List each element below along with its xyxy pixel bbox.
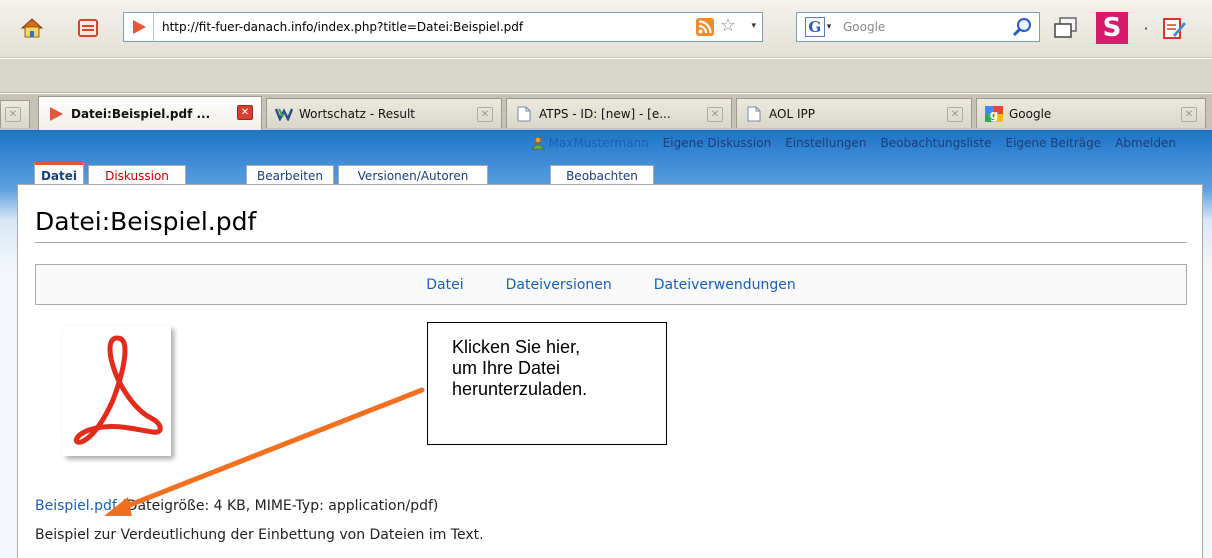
callout-line: um Ihre Datei [452,358,561,378]
close-icon[interactable]: ✕ [1181,107,1197,122]
extension-dropdown-icon[interactable]: · [1132,14,1160,42]
tab-bar: ✕ Datei:Beispiel.pdf ... ✕ Wortschatz - … [0,94,1212,130]
user-icon [530,136,545,150]
tab-datei-beispiel[interactable]: Datei:Beispiel.pdf ... ✕ [38,96,262,130]
user-page-link[interactable]: MaxMustermann [530,136,649,150]
search-input[interactable]: Google [839,20,1005,34]
site-favicon-icon [47,106,65,122]
home-icon[interactable] [18,14,46,42]
window-icon[interactable] [1052,14,1080,42]
tab-label: Datei:Beispiel.pdf ... [71,106,211,121]
tab-versionen-autoren[interactable]: Versionen/Autoren [338,165,488,185]
tab-wortschatz[interactable]: Wortschatz - Result ✕ [266,98,502,128]
link-einstellungen[interactable]: Einstellungen [785,136,866,150]
link-beobachtungsliste[interactable]: Beobachtungsliste [881,136,992,150]
callout-line: Klicken Sie hier, [452,337,581,357]
toc-dateiversionen-link[interactable]: Dateiversionen [506,277,612,293]
page-title: Datei:Beispiel.pdf [35,207,257,236]
search-bar[interactable]: G ▾ Google [796,12,1040,42]
page-icon [745,106,763,122]
file-description: Beispiel zur Verdeutlichung der Einbettu… [35,527,484,543]
bookmark-star-icon[interactable]: ☆ [720,16,736,36]
tab-datei[interactable]: Datei [34,162,84,186]
link-abmelden[interactable]: Abmelden [1115,136,1176,150]
page-icon [515,106,533,122]
instruction-callout: Klicken Sie hier, um Ihre Datei herunter… [427,322,667,445]
file-toc: Datei Dateiversionen Dateiverwendungen [35,264,1187,305]
tab-aol-ipp[interactable]: AOL IPP ✕ [736,98,972,128]
personal-tools: MaxMustermann Eigene Diskussion Einstell… [530,136,1176,150]
google-favicon-icon: g [985,105,1003,122]
history-icon[interactable] [74,14,102,42]
search-magnifier-icon[interactable] [1005,13,1039,41]
tab-label: Wortschatz - Result [299,106,415,121]
toc-dateiverwendungen-link[interactable]: Dateiverwendungen [654,277,796,293]
tab-diskussion[interactable]: Diskussion [88,165,186,185]
address-bar[interactable]: http://fit-fuer-danach.info/index.php?ti… [123,12,763,42]
s-extension-icon[interactable]: S [1096,12,1128,44]
tab-beobachten[interactable]: Beobachten [550,165,654,185]
file-info-line: Beispiel.pdf (Dateigröße: 4 KB, MIME-Typ… [35,498,438,514]
site-favicon-icon [124,13,154,41]
file-meta: (Dateigröße: 4 KB, MIME-Typ: application… [116,498,439,514]
tab-bearbeiten[interactable]: Bearbeiten [246,165,334,185]
tab-google[interactable]: g Google ✕ [976,98,1206,128]
edit-page-icon[interactable] [1160,14,1188,42]
url-history-dropdown-icon[interactable]: ▾ [751,21,756,31]
link-eigene-diskussion[interactable]: Eigene Diskussion [663,136,772,150]
search-engine-selector[interactable]: G ▾ [797,13,839,41]
engine-dropdown-icon: ▾ [826,22,832,32]
tab-atps[interactable]: ATPS - ID: [new] - [e... ✕ [506,98,732,128]
toc-datei-link[interactable]: Datei [426,277,463,293]
tab-label: ATPS - ID: [new] - [e... [539,106,671,121]
close-icon[interactable]: ✕ [477,107,493,122]
file-download-link[interactable]: Beispiel.pdf [35,498,117,514]
bookmarks-strip [0,59,1212,93]
tab-label: Google [1009,106,1052,121]
link-eigene-beitraege[interactable]: Eigene Beiträge [1005,136,1101,150]
close-icon[interactable]: ✕ [237,105,253,120]
title-divider [35,242,1187,243]
google-engine-icon: G [804,17,825,37]
close-icon[interactable]: ✕ [947,107,963,122]
browser-toolbar: http://fit-fuer-danach.info/index.php?ti… [0,0,1212,58]
url-text[interactable]: http://fit-fuer-danach.info/index.php?ti… [154,20,762,34]
wortschatz-favicon-icon [275,106,293,122]
tab-scroll-left[interactable]: ✕ [0,100,30,128]
pdf-file-icon[interactable] [63,326,171,456]
svg-text:g: g [990,108,999,122]
tab-label: AOL IPP [769,106,815,121]
user-name: MaxMustermann [548,136,649,150]
close-icon[interactable]: ✕ [707,107,723,122]
callout-line: herunterzuladen. [452,379,588,399]
close-icon[interactable]: ✕ [5,107,21,122]
rss-feed-icon[interactable] [696,18,714,40]
